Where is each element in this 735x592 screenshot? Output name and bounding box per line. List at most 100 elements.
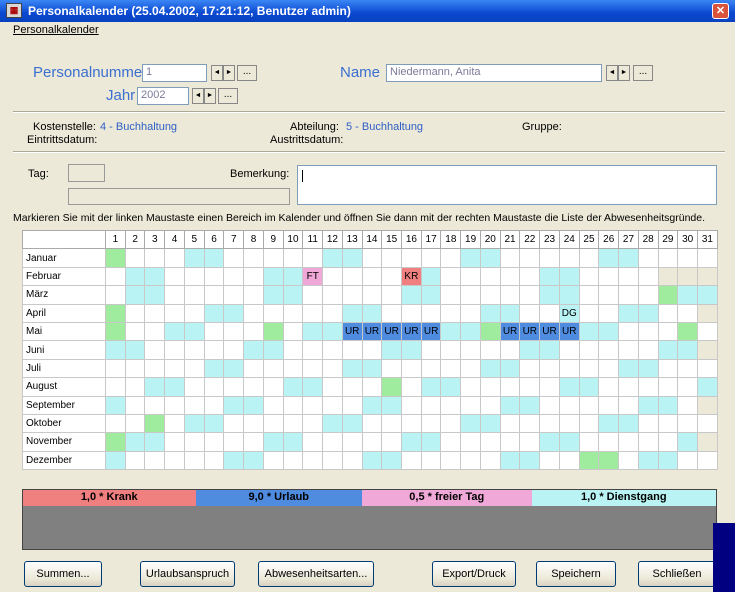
personalnummer-lookup-button[interactable]: ... [237,65,257,81]
jahr-lookup-button[interactable]: ... [218,88,238,104]
day-cell[interactable] [578,303,600,323]
day-cell[interactable] [618,395,639,415]
day-cell[interactable] [440,266,462,287]
day-cell[interactable] [697,303,718,323]
day-cell[interactable] [440,432,462,452]
day-cell[interactable] [203,248,225,268]
day-cell[interactable] [124,303,146,323]
day-cell[interactable] [657,321,679,342]
day-cell[interactable] [697,395,718,415]
day-cell[interactable] [302,358,324,379]
personalnummer-prev-button[interactable]: ◄ [211,65,223,81]
day-cell[interactable] [262,321,284,342]
day-cell[interactable] [637,321,659,342]
day-cell[interactable] [243,266,264,287]
day-cell[interactable]: UR [361,321,383,342]
day-cell[interactable] [618,266,639,287]
day-cell[interactable] [183,340,205,360]
day-cell[interactable] [341,377,363,397]
day-cell[interactable] [144,321,166,342]
day-cell[interactable] [440,340,462,360]
day-cell[interactable] [460,266,481,287]
day-cell[interactable] [578,321,600,342]
day-cell[interactable] [243,358,264,379]
day-cell[interactable] [420,340,442,360]
day-cell[interactable] [598,285,620,305]
day-cell[interactable]: UR [558,321,580,342]
day-cell[interactable] [183,432,205,452]
day-cell[interactable] [282,266,304,287]
day-cell[interactable] [618,413,639,434]
day-cell[interactable] [440,358,462,379]
day-cell[interactable] [420,266,442,287]
day-cell[interactable] [657,266,679,287]
day-cell[interactable] [243,285,264,305]
day-cell[interactable] [657,450,679,471]
day-cell[interactable] [677,358,699,379]
day-cell[interactable] [479,248,501,268]
day-cell[interactable] [302,395,324,415]
day-cell[interactable] [558,395,580,415]
day-cell[interactable] [558,450,580,471]
day-cell[interactable] [262,377,284,397]
day-cell[interactable] [539,340,560,360]
day-cell[interactable] [302,450,324,471]
day-cell[interactable] [420,303,442,323]
day-cell[interactable] [539,285,560,305]
day-cell[interactable] [460,303,481,323]
day-cell[interactable] [420,358,442,379]
day-cell[interactable] [598,340,620,360]
day-cell[interactable] [479,321,501,342]
day-cell[interactable] [322,395,343,415]
day-cell[interactable] [223,321,245,342]
day-cell[interactable] [361,266,383,287]
day-cell[interactable] [479,340,501,360]
day-cell[interactable] [637,358,659,379]
day-cell[interactable] [164,266,185,287]
day-cell[interactable] [105,413,126,434]
day-cell[interactable] [697,285,718,305]
day-cell[interactable] [637,266,659,287]
day-cell[interactable] [677,285,699,305]
day-cell[interactable] [440,377,462,397]
day-cell[interactable] [361,377,383,397]
day-cell[interactable] [203,413,225,434]
day-cell[interactable] [677,432,699,452]
day-cell[interactable] [282,285,304,305]
day-cell[interactable] [203,377,225,397]
day-cell[interactable] [618,321,639,342]
day-cell[interactable] [381,303,403,323]
day-cell[interactable] [144,377,166,397]
day-cell[interactable] [144,303,166,323]
day-cell[interactable] [598,321,620,342]
day-cell[interactable] [105,432,126,452]
day-cell[interactable] [183,450,205,471]
day-cell[interactable] [578,358,600,379]
day-cell[interactable] [697,358,718,379]
name-prev-button[interactable]: ◄ [606,65,618,81]
day-cell[interactable] [302,321,324,342]
day-cell[interactable] [262,413,284,434]
day-cell[interactable] [637,377,659,397]
day-cell[interactable] [381,285,403,305]
day-cell[interactable] [322,432,343,452]
day-cell[interactable] [460,340,481,360]
day-cell[interactable] [243,413,264,434]
day-cell[interactable] [322,248,343,268]
day-cell[interactable] [539,248,560,268]
day-cell[interactable] [479,358,501,379]
day-cell[interactable] [223,285,245,305]
day-cell[interactable] [657,303,679,323]
day-cell[interactable] [578,266,600,287]
day-cell[interactable] [243,340,264,360]
day-cell[interactable] [499,450,521,471]
day-cell[interactable] [401,303,422,323]
day-cell[interactable] [539,450,560,471]
day-cell[interactable] [519,285,541,305]
day-cell[interactable] [361,358,383,379]
day-cell[interactable] [203,358,225,379]
jahr-next-button[interactable]: ► [204,88,216,104]
day-cell[interactable] [203,450,225,471]
app-icon[interactable]: ▦ [6,3,22,18]
day-cell[interactable] [144,450,166,471]
